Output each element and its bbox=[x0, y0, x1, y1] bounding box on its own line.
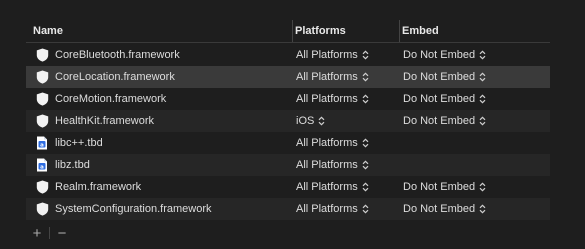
up-down-chevron-icon bbox=[479, 116, 486, 126]
embed-value: Do Not Embed bbox=[403, 181, 476, 193]
svg-text:a: a bbox=[40, 164, 44, 170]
divider bbox=[49, 227, 50, 239]
platform-popup[interactable]: All Platforms bbox=[296, 137, 369, 149]
table-row[interactable]: CoreMotion.framework All Platforms Do Not … bbox=[26, 88, 550, 110]
table-row[interactable]: a libc++.tbd All Platforms bbox=[26, 132, 550, 154]
embed-value: Do Not Embed bbox=[403, 93, 476, 105]
embed-value: Do Not Embed bbox=[403, 49, 476, 61]
platform-cell: All Platforms bbox=[292, 203, 399, 215]
platform-popup[interactable]: All Platforms bbox=[296, 71, 369, 83]
up-down-chevron-icon bbox=[362, 182, 369, 192]
framework-name: Realm.framework bbox=[55, 181, 142, 193]
up-down-chevron-icon bbox=[318, 116, 325, 126]
remove-button[interactable]: − bbox=[51, 224, 73, 242]
framework-shield-icon bbox=[35, 70, 49, 84]
platform-value: All Platforms bbox=[296, 159, 358, 171]
column-header-embed[interactable]: Embed bbox=[399, 20, 550, 42]
name-cell: SystemConfiguration.framework bbox=[26, 202, 292, 216]
platform-cell: All Platforms bbox=[292, 93, 399, 105]
platform-popup[interactable]: All Platforms bbox=[296, 159, 369, 171]
table-row[interactable]: CoreBluetooth.framework All Platforms Do N… bbox=[26, 44, 550, 66]
table-row[interactable]: CoreLocation.framework All Platforms Do No… bbox=[26, 66, 550, 88]
embed-popup[interactable]: Do Not Embed bbox=[403, 93, 486, 105]
svg-text:a: a bbox=[40, 142, 44, 148]
column-header-platforms[interactable]: Platforms bbox=[292, 20, 399, 42]
framework-name: CoreBluetooth.framework bbox=[55, 49, 180, 61]
tbd-file-icon: a bbox=[35, 158, 49, 172]
embed-cell: Do Not Embed bbox=[399, 181, 550, 193]
up-down-chevron-icon bbox=[362, 72, 369, 82]
name-cell: a libz.tbd bbox=[26, 158, 292, 172]
up-down-chevron-icon bbox=[362, 50, 369, 60]
platform-popup[interactable]: All Platforms bbox=[296, 49, 369, 61]
embed-popup[interactable]: Do Not Embed bbox=[403, 115, 486, 127]
platform-cell: All Platforms bbox=[292, 49, 399, 61]
platform-cell: iOS bbox=[292, 115, 399, 127]
framework-name: libz.tbd bbox=[55, 159, 90, 171]
table-row[interactable]: Realm.framework All Platforms Do Not Embed bbox=[26, 176, 550, 198]
platform-value: All Platforms bbox=[296, 93, 358, 105]
embed-value: Do Not Embed bbox=[403, 71, 476, 83]
framework-name: CoreMotion.framework bbox=[55, 93, 167, 105]
platform-value: All Platforms bbox=[296, 181, 358, 193]
platform-value: All Platforms bbox=[296, 49, 358, 61]
embed-value: Do Not Embed bbox=[403, 203, 476, 215]
platform-cell: All Platforms bbox=[292, 137, 399, 149]
embed-popup[interactable]: Do Not Embed bbox=[403, 181, 486, 193]
embed-popup[interactable]: Do Not Embed bbox=[403, 203, 486, 215]
platform-popup[interactable]: All Platforms bbox=[296, 93, 369, 105]
up-down-chevron-icon bbox=[362, 138, 369, 148]
name-cell: CoreMotion.framework bbox=[26, 92, 292, 106]
up-down-chevron-icon bbox=[479, 50, 486, 60]
embed-popup[interactable]: Do Not Embed bbox=[403, 71, 486, 83]
table-row[interactable]: a libz.tbd All Platforms bbox=[26, 154, 550, 176]
table-header: Name Platforms Embed bbox=[26, 20, 550, 43]
name-cell: a libc++.tbd bbox=[26, 136, 292, 150]
platform-popup[interactable]: All Platforms bbox=[296, 181, 369, 193]
up-down-chevron-icon bbox=[362, 94, 369, 104]
embed-cell: Do Not Embed bbox=[399, 115, 550, 127]
embed-cell: Do Not Embed bbox=[399, 93, 550, 105]
framework-shield-icon bbox=[35, 92, 49, 106]
name-cell: HealthKit.framework bbox=[26, 114, 292, 128]
tbd-file-icon: a bbox=[35, 136, 49, 150]
platform-popup[interactable]: iOS bbox=[296, 115, 325, 127]
up-down-chevron-icon bbox=[362, 160, 369, 170]
embed-cell: Do Not Embed bbox=[399, 49, 550, 61]
framework-shield-icon bbox=[35, 180, 49, 194]
name-cell: CoreLocation.framework bbox=[26, 70, 292, 84]
platform-popup[interactable]: All Platforms bbox=[296, 203, 369, 215]
name-cell: CoreBluetooth.framework bbox=[26, 48, 292, 62]
frameworks-table: CoreBluetooth.framework All Platforms Do N… bbox=[26, 44, 550, 220]
embed-popup[interactable]: Do Not Embed bbox=[403, 49, 486, 61]
embed-value: Do Not Embed bbox=[403, 115, 476, 127]
table-row[interactable]: SystemConfiguration.framework All Platfor… bbox=[26, 198, 550, 220]
platform-cell: All Platforms bbox=[292, 71, 399, 83]
column-header-name[interactable]: Name bbox=[26, 20, 292, 42]
framework-shield-icon bbox=[35, 202, 49, 216]
platform-cell: All Platforms bbox=[292, 159, 399, 171]
up-down-chevron-icon bbox=[479, 204, 486, 214]
framework-shield-icon bbox=[35, 48, 49, 62]
framework-name: CoreLocation.framework bbox=[55, 71, 175, 83]
framework-name: libc++.tbd bbox=[55, 137, 103, 149]
up-down-chevron-icon bbox=[362, 204, 369, 214]
embed-cell: Do Not Embed bbox=[399, 71, 550, 83]
framework-name: HealthKit.framework bbox=[55, 115, 155, 127]
table-footer: + − bbox=[26, 224, 73, 242]
embed-cell: Do Not Embed bbox=[399, 203, 550, 215]
table-row[interactable]: HealthKit.framework iOS Do Not Embed bbox=[26, 110, 550, 132]
up-down-chevron-icon bbox=[479, 94, 486, 104]
up-down-chevron-icon bbox=[479, 182, 486, 192]
platform-value: All Platforms bbox=[296, 71, 358, 83]
platform-value: iOS bbox=[296, 115, 315, 127]
framework-shield-icon bbox=[35, 114, 49, 128]
platform-cell: All Platforms bbox=[292, 181, 399, 193]
framework-name: SystemConfiguration.framework bbox=[55, 203, 212, 215]
platform-value: All Platforms bbox=[296, 137, 358, 149]
up-down-chevron-icon bbox=[479, 72, 486, 82]
add-button[interactable]: + bbox=[26, 224, 48, 242]
platform-value: All Platforms bbox=[296, 203, 358, 215]
name-cell: Realm.framework bbox=[26, 180, 292, 194]
